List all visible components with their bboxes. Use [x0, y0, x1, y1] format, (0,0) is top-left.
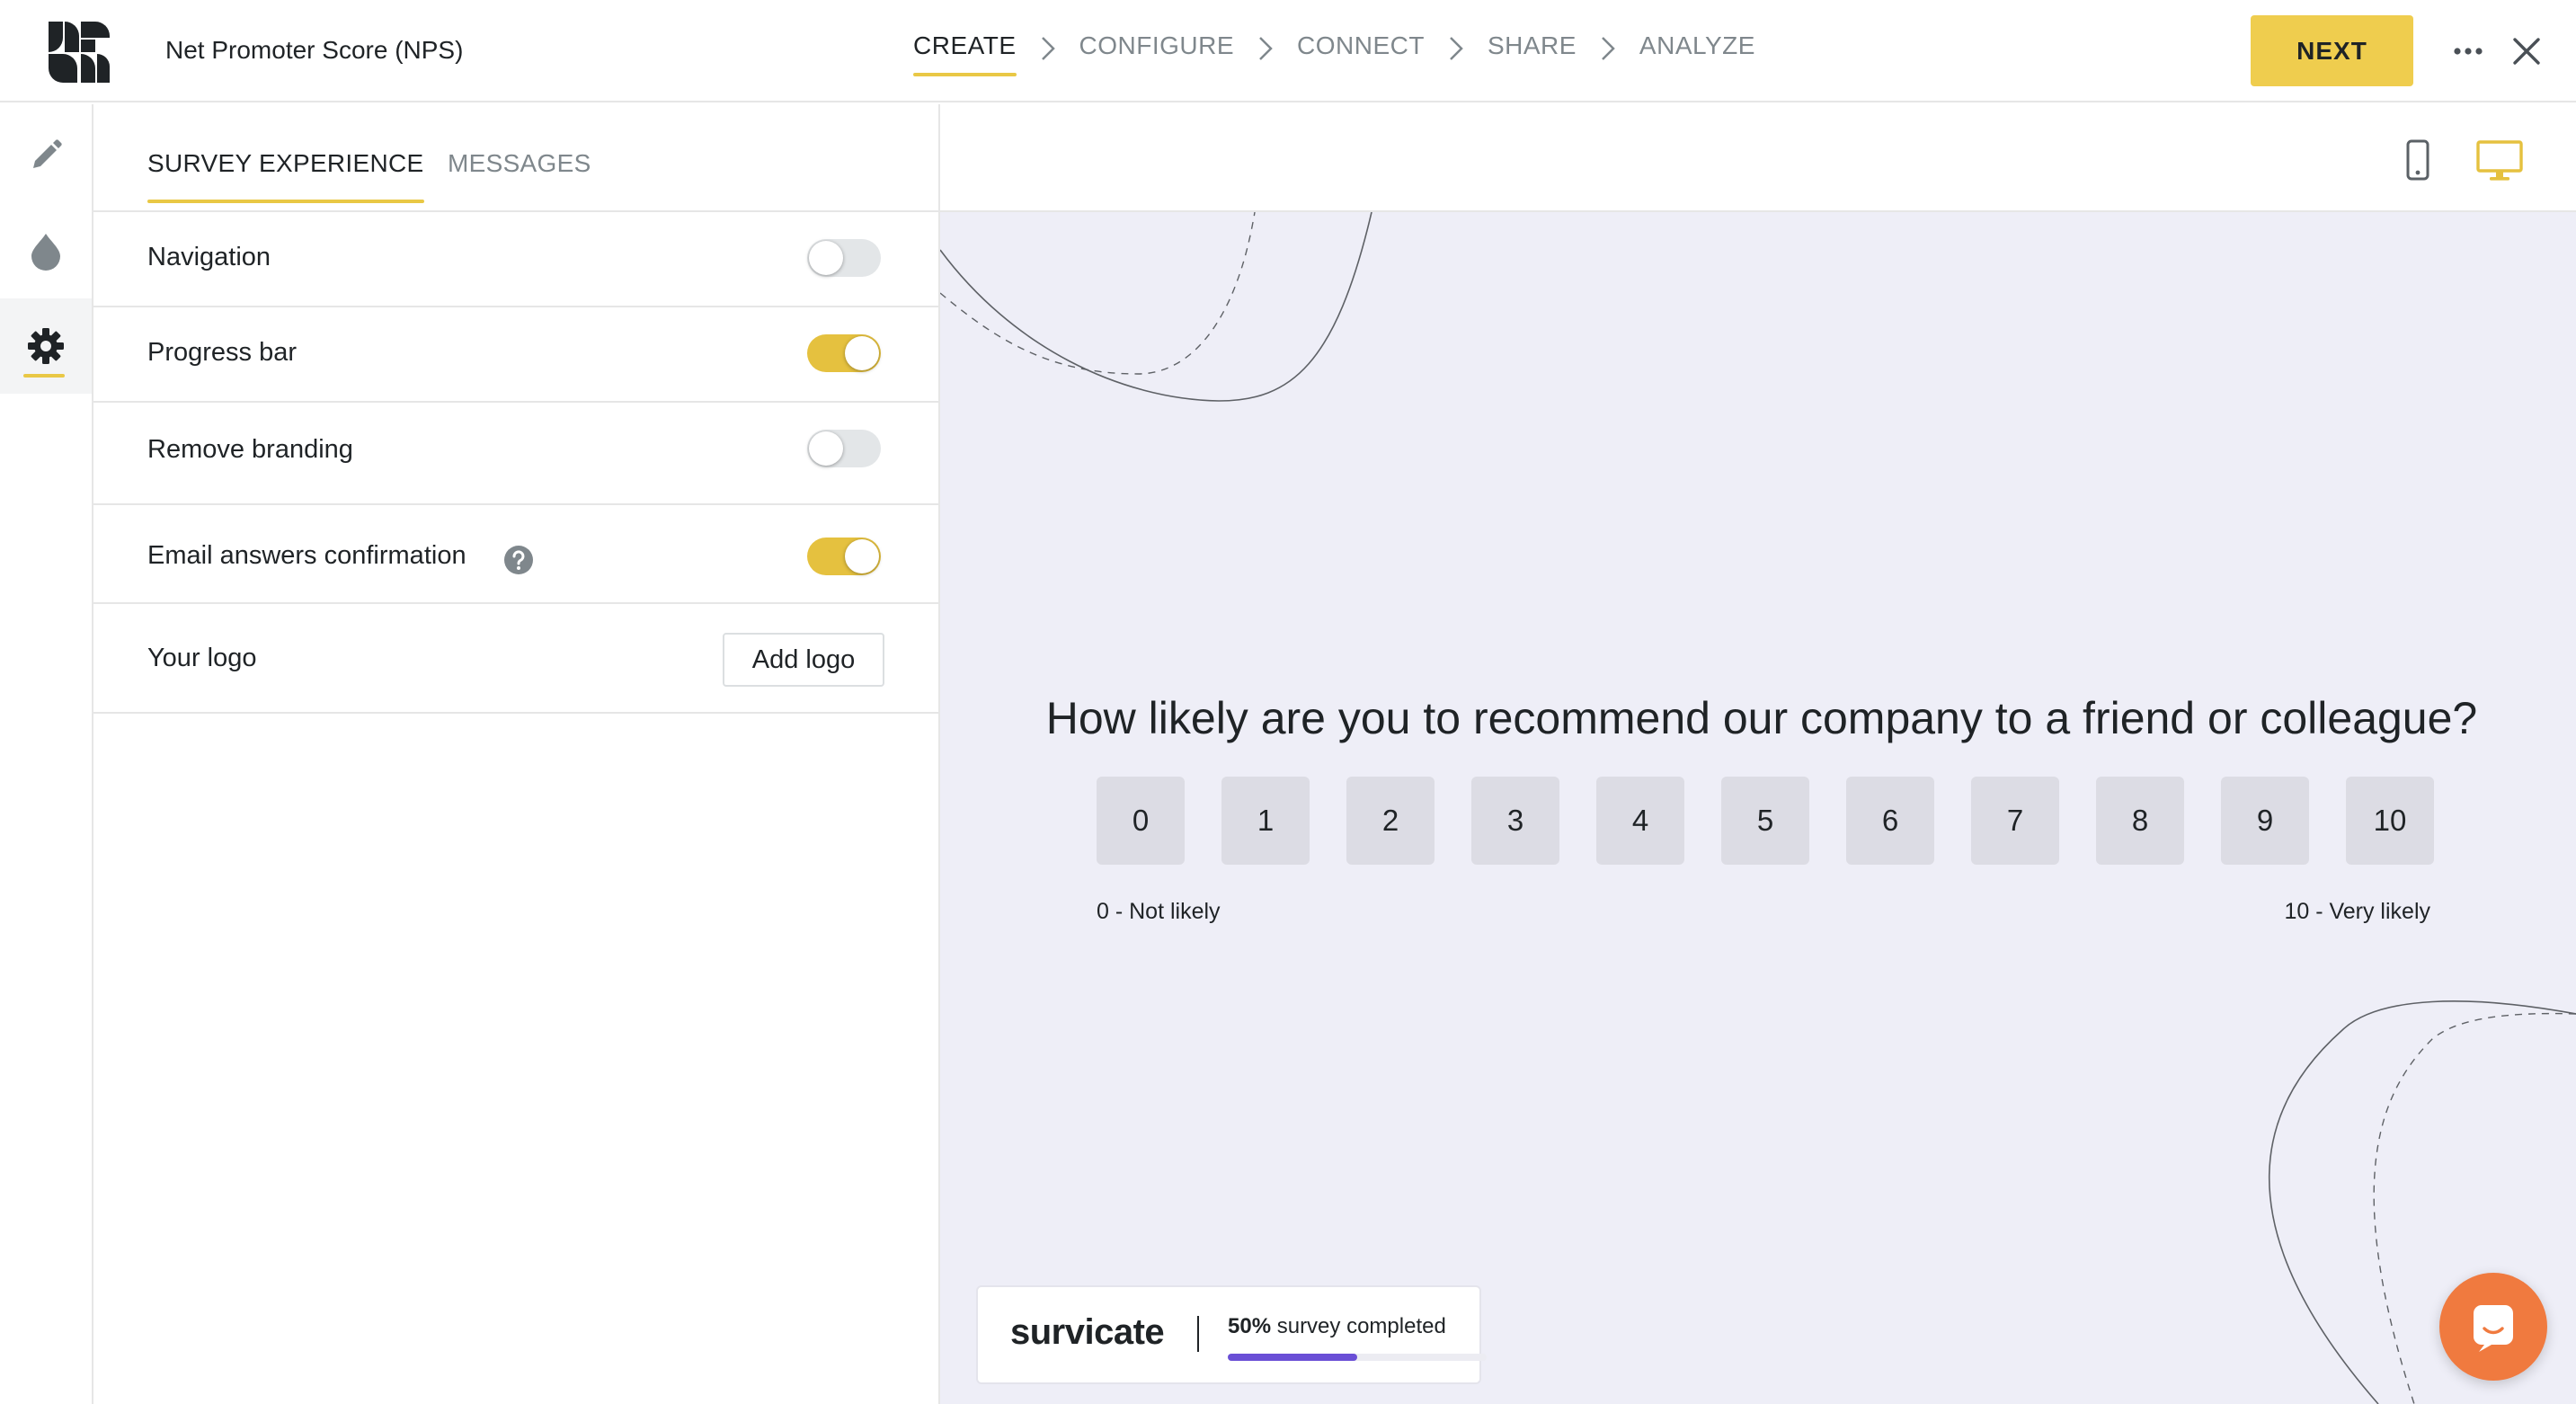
- step-share[interactable]: SHARE: [1488, 31, 1577, 66]
- toggle-knob: [809, 241, 843, 275]
- chat-launcher-button[interactable]: [2439, 1273, 2547, 1381]
- desktop-device-icon[interactable]: [2475, 138, 2524, 183]
- rail-edit-button[interactable]: [0, 108, 92, 203]
- more-horizontal-icon[interactable]: [2450, 40, 2486, 63]
- add-logo-button[interactable]: Add logo: [723, 633, 884, 687]
- chevron-right-icon: [1234, 31, 1297, 67]
- progress-text: 50% survey completed: [1228, 1314, 1446, 1339]
- progress-track: [1228, 1354, 1487, 1361]
- score-option-2[interactable]: 2: [1346, 777, 1435, 865]
- survey-question: How likely are you to recommend our comp…: [1045, 693, 2478, 743]
- settings-panel: SURVEY EXPERIENCE MESSAGES Navigation Pr…: [93, 104, 940, 1404]
- chat-launcher-icon: [2474, 1305, 2513, 1352]
- mobile-device-icon[interactable]: [2400, 138, 2436, 183]
- edit-pencil-icon: [33, 139, 62, 168]
- survicate-logo-icon[interactable]: [45, 20, 111, 84]
- progress-suffix: survey completed: [1271, 1314, 1446, 1338]
- setting-row-email-confirmation: Email answers confirmation: [93, 505, 938, 604]
- branding-progress-card: survicate 50% survey completed: [976, 1285, 1487, 1384]
- tab-messages[interactable]: MESSAGES: [448, 149, 591, 178]
- step-create[interactable]: CREATE: [913, 31, 1017, 76]
- remove-branding-toggle[interactable]: [807, 430, 881, 467]
- toggle-knob: [845, 336, 879, 370]
- step-connect[interactable]: CONNECT: [1297, 31, 1425, 66]
- survey-preview-canvas: How likely are you to recommend our comp…: [940, 212, 2576, 1404]
- setting-row-navigation: Navigation: [93, 212, 938, 307]
- score-option-1[interactable]: 1: [1221, 777, 1310, 865]
- step-configure[interactable]: CONFIGURE: [1079, 31, 1235, 66]
- settings-gear-icon: [28, 328, 64, 364]
- navigation-toggle[interactable]: [807, 239, 881, 277]
- chevron-right-icon: [1425, 31, 1488, 67]
- score-option-6[interactable]: 6: [1846, 777, 1934, 865]
- toggle-knob: [845, 539, 879, 573]
- setting-label: Your logo: [147, 644, 257, 672]
- tab-survey-experience[interactable]: SURVEY EXPERIENCE: [147, 149, 424, 203]
- top-bar: Net Promoter Score (NPS) CREATE CONFIGUR…: [0, 0, 2576, 102]
- setting-label: Email answers confirmation: [147, 541, 466, 570]
- chevron-right-icon: [1017, 31, 1079, 67]
- survey-title[interactable]: Net Promoter Score (NPS): [165, 36, 463, 65]
- question-circle-icon[interactable]: [503, 545, 534, 575]
- score-option-7[interactable]: 7: [1971, 777, 2059, 865]
- next-button[interactable]: NEXT: [2251, 15, 2413, 86]
- progress-fill: [1228, 1354, 1357, 1361]
- close-icon[interactable]: [2511, 36, 2542, 67]
- wizard-steps: CREATE CONFIGURE CONNECT SHARE ANALYZE: [913, 31, 1755, 76]
- score-option-4[interactable]: 4: [1596, 777, 1684, 865]
- setting-row-logo: Your logo Add logo: [93, 604, 938, 714]
- score-option-9[interactable]: 9: [2221, 777, 2309, 865]
- score-option-10[interactable]: 10: [2346, 777, 2434, 865]
- setting-row-remove-branding: Remove branding: [93, 403, 938, 505]
- theme-drop-icon: [31, 234, 60, 271]
- progress-percent: 50%: [1228, 1314, 1272, 1338]
- score-option-0[interactable]: 0: [1097, 777, 1185, 865]
- nps-scale: 0 1 2 3 4 5 6 7 8 9 10: [1097, 777, 2434, 865]
- step-analyze[interactable]: ANALYZE: [1639, 31, 1755, 66]
- survicate-brand: survicate: [1010, 1312, 1165, 1352]
- rail-settings-button[interactable]: [0, 298, 92, 394]
- scale-min-label: 0 - Not likely: [1097, 899, 1221, 924]
- left-icon-rail: [0, 104, 93, 1404]
- scale-max-label: 10 - Very likely: [2284, 899, 2430, 924]
- rail-theme-button[interactable]: [0, 203, 92, 298]
- divider: [1197, 1316, 1199, 1352]
- setting-label: Progress bar: [147, 338, 298, 367]
- panel-tabs: SURVEY EXPERIENCE MESSAGES: [93, 104, 938, 212]
- score-option-8[interactable]: 8: [2096, 777, 2184, 865]
- setting-label: Remove branding: [147, 435, 353, 464]
- score-option-3[interactable]: 3: [1471, 777, 1559, 865]
- toggle-knob: [809, 431, 843, 466]
- setting-row-progress-bar: Progress bar: [93, 307, 938, 403]
- preview-toolbar: [940, 104, 2576, 212]
- chevron-right-icon: [1577, 31, 1639, 67]
- progress-bar-toggle[interactable]: [807, 334, 881, 372]
- setting-label: Navigation: [147, 243, 271, 271]
- email-confirmation-toggle[interactable]: [807, 538, 881, 575]
- score-option-5[interactable]: 5: [1721, 777, 1809, 865]
